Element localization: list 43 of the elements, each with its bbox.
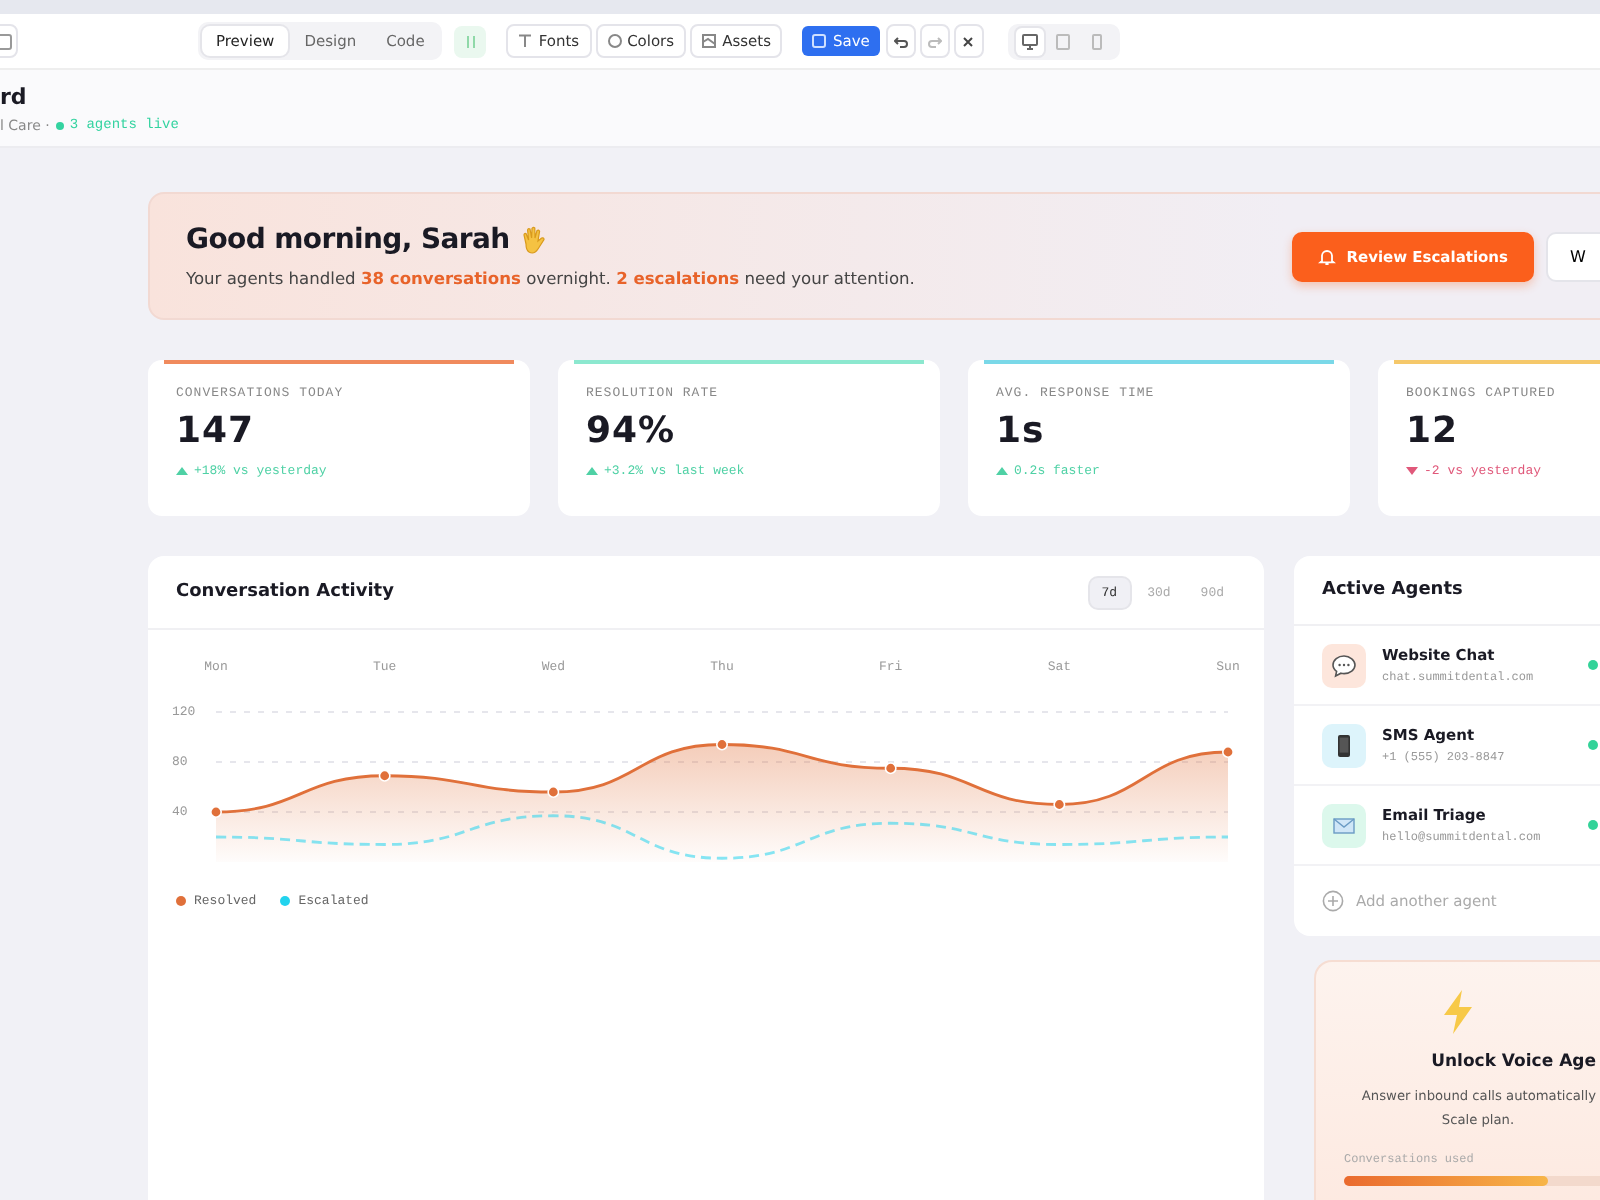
greeting-heading: Good morning, Sarah <box>186 224 510 256</box>
data-point <box>716 738 728 751</box>
close-icon <box>962 35 975 47</box>
save-icon <box>812 34 827 48</box>
upsell-title: Unlock Voice Age <box>1431 1052 1596 1072</box>
card-title: Conversation Activity <box>176 582 394 602</box>
phone-icon <box>1337 733 1351 757</box>
chat-bubble-icon <box>1331 653 1357 677</box>
legend-dot <box>176 896 186 906</box>
card-title: Active Agents <box>1322 580 1463 600</box>
data-point <box>1053 798 1066 811</box>
data-point <box>884 762 897 775</box>
plus-circle-icon <box>1322 890 1344 912</box>
stat-value: 12 <box>1406 410 1461 452</box>
secondary-button[interactable]: W <box>1546 231 1600 281</box>
data-point <box>547 786 560 798</box>
close-button[interactable] <box>953 24 984 58</box>
image-icon <box>702 34 717 48</box>
redo-icon <box>927 35 942 47</box>
banner-message: Your agents handled 38 conversations overnight. 2 escalations need your attention. <box>186 268 917 288</box>
stat-value: 1s <box>996 410 1047 452</box>
waving-hand-icon <box>519 225 548 255</box>
page-title: rd <box>0 83 29 109</box>
live-dot <box>55 121 64 129</box>
legend-dot <box>280 896 291 906</box>
palette-icon <box>607 34 622 48</box>
undo-icon <box>893 35 908 47</box>
tablet-icon <box>1056 33 1071 49</box>
stat-value: 94% <box>586 410 678 452</box>
phone-icon <box>1092 33 1103 49</box>
data-point <box>1222 746 1234 758</box>
data-point <box>210 806 222 818</box>
data-point <box>378 769 391 782</box>
pause-button[interactable] <box>454 25 487 57</box>
pause-icon <box>465 35 476 47</box>
stat-value: 147 <box>176 410 257 452</box>
bell-icon <box>1318 247 1337 265</box>
monitor-icon <box>1021 33 1038 49</box>
text-icon <box>518 34 533 48</box>
undo-button[interactable] <box>885 24 916 58</box>
lightning-icon <box>1440 990 1476 1034</box>
desktop-view-button[interactable] <box>1015 27 1044 55</box>
envelope-icon <box>1333 817 1355 833</box>
